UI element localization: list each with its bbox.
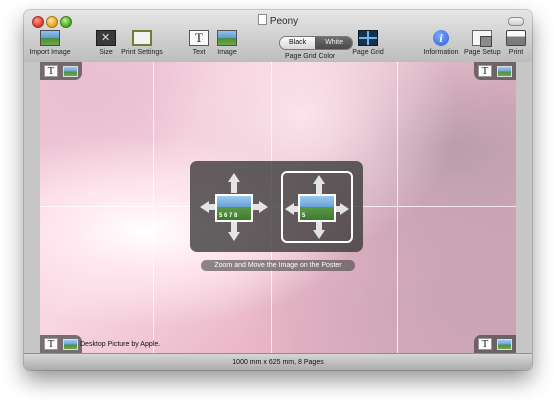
poster-canvas[interactable]: T T T T Desktop Picture by Apple. 5 6 7 … [40, 62, 516, 353]
text-icon[interactable]: T [478, 338, 492, 350]
import-image-label: Import Image [29, 49, 71, 56]
printer-icon [506, 30, 526, 46]
toolbar: Peony Import Image Size Print Settings T… [24, 10, 532, 63]
image-label: Image [217, 49, 237, 56]
zoom-control[interactable]: 5 6 7 8 [198, 171, 270, 243]
document-icon [257, 14, 267, 25]
status-text: 1000 mm x 625 mm, 8 Pages [232, 359, 324, 366]
page-grid-line [397, 62, 398, 353]
corner-controls-top-right: T [474, 62, 516, 80]
image-button[interactable]: Image [216, 30, 238, 57]
thumbnail-page-numbers: 5 6 7 8 [219, 213, 238, 219]
print-settings-icon [132, 30, 152, 46]
window-title-area: Peony [24, 14, 532, 27]
app-window: Peony Import Image Size Print Settings T… [24, 10, 532, 370]
canvas-margin-left [24, 62, 40, 353]
image-icon[interactable] [497, 338, 512, 350]
canvas-margin-right [516, 62, 532, 353]
arrow-left-icon[interactable] [285, 203, 294, 215]
window-title: Peony [269, 16, 299, 27]
print-button[interactable]: Print [505, 30, 527, 57]
info-icon: i [433, 30, 449, 46]
text-icon[interactable]: T [44, 338, 58, 350]
print-settings-button[interactable]: Print Settings [121, 30, 163, 57]
size-icon [96, 30, 116, 46]
arrow-right-icon[interactable] [259, 201, 268, 213]
arrow-right-icon[interactable] [340, 203, 349, 215]
image-icon[interactable] [63, 65, 78, 77]
image-icon [217, 30, 237, 46]
arrow-up-icon[interactable] [313, 175, 325, 184]
page-grid-color-label: Page Grid Color [285, 53, 336, 60]
image-icon[interactable] [497, 65, 512, 77]
arrow-down-icon[interactable] [313, 230, 325, 239]
information-button[interactable]: i Information [422, 30, 460, 57]
text-button[interactable]: T Text [189, 30, 209, 57]
print-label: Print [508, 49, 524, 56]
text-icon: T [189, 30, 209, 46]
poster-thumbnail: 5 6 7 8 [215, 194, 253, 222]
image-caption: Desktop Picture by Apple. [80, 341, 161, 348]
page-setup-icon [472, 30, 492, 47]
print-settings-label: Print Settings [121, 49, 163, 56]
move-control[interactable]: 5 [281, 171, 353, 243]
segment-white[interactable]: White [315, 37, 353, 49]
corner-controls-bottom-left: T [40, 335, 82, 353]
arrow-down-icon[interactable] [228, 232, 240, 241]
poster-thumbnail: 5 [298, 194, 336, 222]
page-setup-label: Page Setup [464, 49, 501, 56]
import-image-button[interactable]: Import Image [29, 30, 71, 57]
text-icon[interactable]: T [478, 65, 492, 77]
size-label: Size [99, 49, 113, 56]
image-icon[interactable] [63, 338, 78, 350]
information-label: Information [423, 49, 459, 56]
arrow-up-icon[interactable] [228, 173, 240, 182]
zoom-move-hud: 5 6 7 8 5 [190, 161, 363, 252]
hud-hint-label: Zoom and Move the Image on the Poster [201, 260, 355, 271]
segment-black[interactable]: Black [280, 37, 316, 49]
page-grid-button[interactable]: Page Grid [352, 30, 384, 57]
arrow-left-icon[interactable] [200, 201, 209, 213]
thumbnail-page-numbers: 5 [302, 213, 306, 219]
corner-controls-top-left: T [40, 62, 82, 80]
text-icon[interactable]: T [44, 65, 58, 77]
arrow-stem [231, 181, 237, 193]
page-grid-icon [358, 30, 378, 46]
photo-icon [40, 30, 60, 46]
text-label: Text [192, 49, 206, 56]
page-grid-color-control[interactable]: Black White [279, 36, 354, 50]
size-button[interactable]: Size [96, 30, 116, 57]
page-setup-button[interactable]: Page Setup [464, 30, 501, 57]
page-grid-line [153, 62, 154, 353]
status-bar: 1000 mm x 625 mm, 8 Pages [24, 353, 532, 370]
corner-controls-bottom-right: T [474, 335, 516, 353]
page-grid-label: Page Grid [352, 49, 384, 56]
